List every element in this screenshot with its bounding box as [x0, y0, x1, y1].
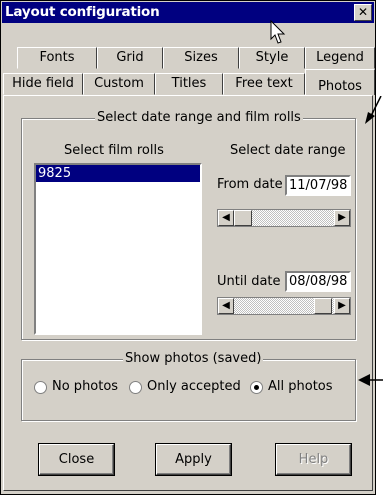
scroll-right-icon[interactable]: ▶: [334, 298, 350, 314]
tab-free-text[interactable]: Free text: [223, 73, 305, 95]
until-date-scrollbar[interactable]: ◀ ▶: [217, 297, 351, 315]
until-date-field[interactable]: 08/08/98: [285, 271, 351, 292]
tab-legend[interactable]: Legend: [305, 47, 375, 69]
tab-style[interactable]: Style: [239, 47, 305, 69]
all-photos-label[interactable]: All photos: [268, 379, 333, 394]
from-date-scrollbar[interactable]: ◀ ▶: [217, 209, 351, 227]
scroll-left-icon[interactable]: ◀: [218, 210, 234, 226]
only-accepted-radio[interactable]: [129, 381, 142, 394]
scroll-thumb[interactable]: [234, 210, 252, 226]
film-rolls-listbox[interactable]: 9825: [34, 163, 202, 335]
no-photos-label[interactable]: No photos: [52, 379, 118, 394]
from-date-label: From date: [217, 177, 283, 192]
all-photos-radio[interactable]: [250, 381, 263, 394]
scroll-thumb[interactable]: [314, 298, 332, 314]
list-item[interactable]: 9825: [36, 165, 200, 182]
apply-button[interactable]: Apply: [156, 444, 231, 475]
tab-custom[interactable]: Custom: [83, 73, 155, 95]
close-icon: ✕: [357, 5, 369, 19]
close-button[interactable]: Close: [39, 444, 114, 475]
tab-hide-field[interactable]: Hide field: [3, 73, 83, 95]
film-rolls-label: Select film rolls: [64, 143, 164, 158]
date-range-label: Select date range: [230, 143, 346, 158]
tab-grid[interactable]: Grid: [97, 47, 163, 69]
arrow-pointer-icon: [365, 96, 382, 124]
photos-group-legend: Show photos (saved): [123, 351, 264, 366]
date-film-group-legend: Select date range and film rolls: [95, 110, 303, 125]
dialog-window: Layout configuration ✕ Fonts Grid Sizes …: [0, 0, 376, 495]
scroll-left-icon[interactable]: ◀: [218, 298, 234, 314]
tab-titles[interactable]: Titles: [155, 73, 223, 95]
only-accepted-label[interactable]: Only accepted: [147, 379, 241, 394]
from-date-field[interactable]: 11/07/98: [285, 175, 351, 196]
help-button[interactable]: Help: [276, 444, 351, 475]
no-photos-radio[interactable]: [34, 381, 47, 394]
scroll-right-icon[interactable]: ▶: [334, 210, 350, 226]
until-date-label: Until date: [217, 274, 281, 289]
tab-fonts[interactable]: Fonts: [17, 47, 97, 69]
tab-sizes[interactable]: Sizes: [163, 47, 239, 69]
mouse-cursor-icon: [270, 20, 286, 44]
window-title: Layout configuration: [5, 4, 160, 20]
tab-photos[interactable]: Photos: [305, 69, 375, 95]
close-window-button[interactable]: ✕: [354, 4, 372, 21]
arrow-pointer-icon: [358, 374, 383, 386]
title-bar[interactable]: Layout configuration ✕: [2, 2, 374, 23]
